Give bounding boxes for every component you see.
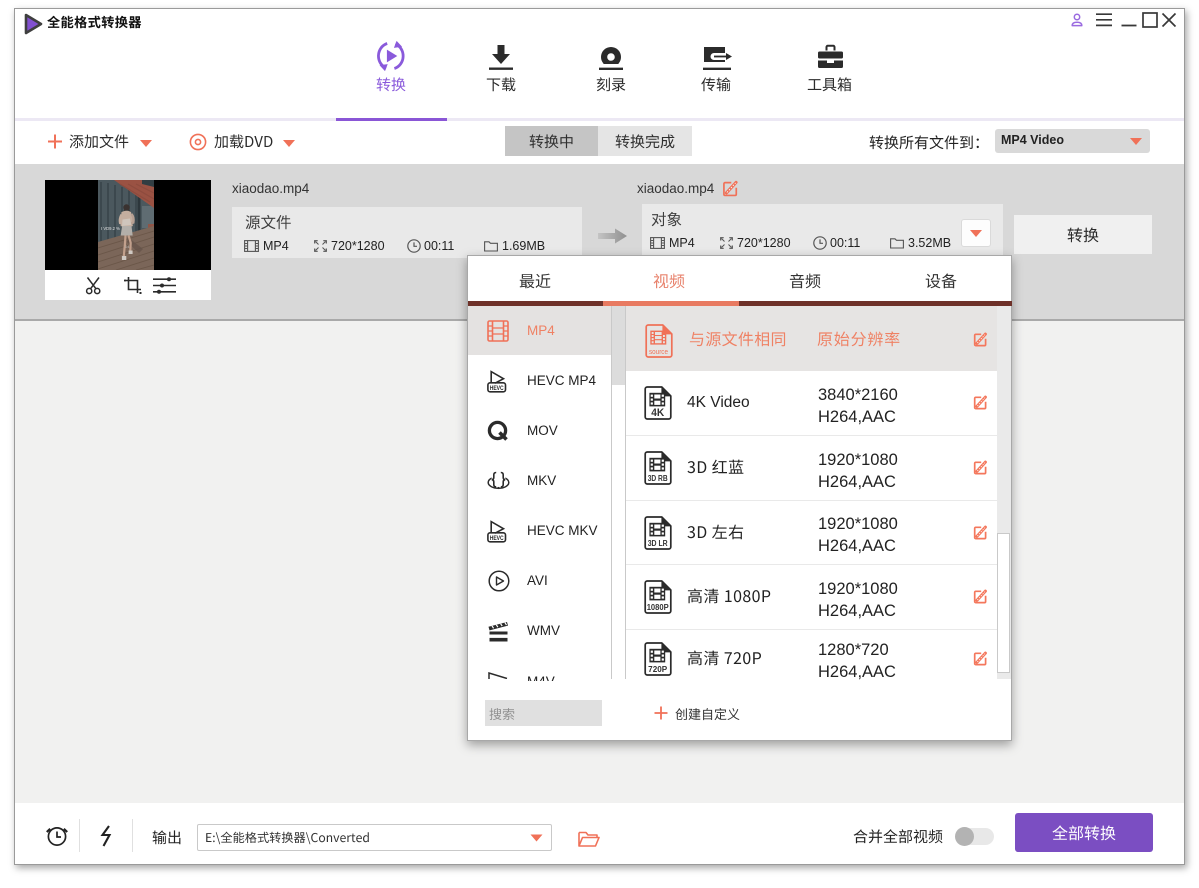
- svg-text:4K: 4K: [651, 407, 664, 419]
- svg-text:source: source: [649, 347, 668, 356]
- svg-text:HEVC: HEVC: [490, 535, 504, 542]
- svg-text:HEVC: HEVC: [490, 385, 504, 392]
- svg-text:1080P: 1080P: [647, 603, 670, 612]
- svg-text:3D LR: 3D LR: [648, 539, 668, 548]
- svg-text:3D RB: 3D RB: [648, 474, 668, 483]
- svg-text:720P: 720P: [648, 665, 668, 674]
- svg-text:I VD9.2 %: I VD9.2 %: [101, 226, 120, 231]
- svg-text:04: 04: [125, 244, 130, 249]
